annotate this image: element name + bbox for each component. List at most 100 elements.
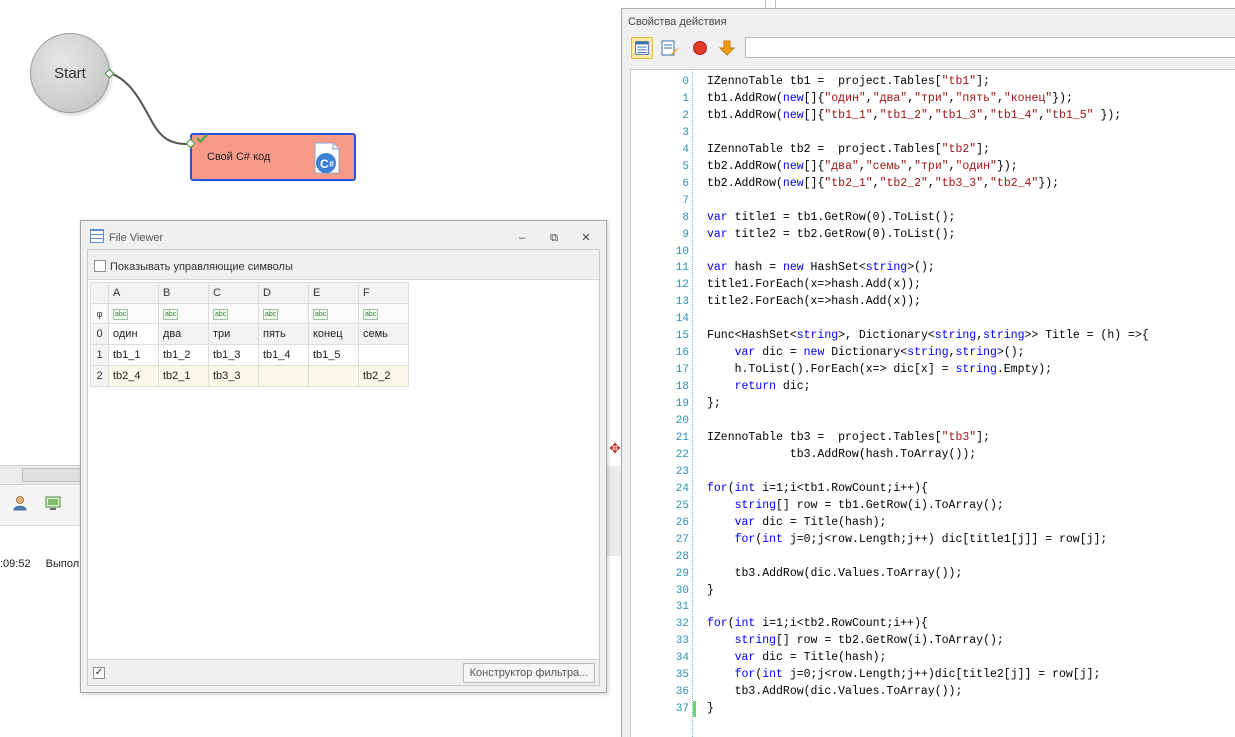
action-name-input[interactable] <box>745 37 1235 58</box>
row-number[interactable]: 2 <box>90 365 109 387</box>
panel-scrollbar[interactable] <box>22 468 82 482</box>
log-row: :09:52 Выпол <box>0 558 79 570</box>
code-line: tb3.AddRow(dic.Values.ToArray()); <box>707 566 963 580</box>
type-cell[interactable]: abc <box>358 303 409 324</box>
change-marker <box>693 701 696 718</box>
table-cell[interactable]: tb1_4 <box>258 344 309 366</box>
row-number[interactable]: 0 <box>90 323 109 345</box>
type-cell[interactable]: abc <box>308 303 359 324</box>
code-line: for(int j=0;j<row.Length;j++) dic[title1… <box>734 532 1108 546</box>
stop-icon[interactable] <box>689 37 711 59</box>
code-line: tb3.AddRow(dic.Values.ToArray()); <box>707 685 963 699</box>
line-number: 27 <box>675 533 689 546</box>
code-line: IZennoTable tb2 = project.Tables["tb2"]; <box>707 142 990 156</box>
properties-toolbar <box>622 35 1235 65</box>
filter-enabled-checkbox[interactable]: ✓ <box>93 667 105 679</box>
line-number: 5 <box>682 160 689 173</box>
code-view-icon[interactable] <box>631 37 653 59</box>
table-cell[interactable]: три <box>208 323 259 345</box>
table-cell[interactable] <box>308 365 359 387</box>
line-number: 33 <box>675 635 689 648</box>
arrow-down-icon[interactable] <box>716 37 738 59</box>
start-node[interactable]: Start <box>30 33 110 113</box>
table-cell[interactable]: tb1_5 <box>308 344 359 366</box>
text-type-icon: abc <box>263 309 279 320</box>
table-cell[interactable]: tb2_2 <box>358 365 409 387</box>
type-cell[interactable]: abc <box>108 303 159 324</box>
code-line: IZennoTable tb1 = project.Tables["tb1"]; <box>707 75 990 88</box>
code-line: return dic; <box>734 380 811 394</box>
table-cell[interactable]: один <box>108 323 159 345</box>
line-number: 24 <box>675 482 689 495</box>
line-number: 13 <box>675 296 689 309</box>
code-line: var dic = Title(hash); <box>734 651 887 665</box>
svg-text:C: C <box>320 157 329 171</box>
control-chars-row: Показывать управляющие символы <box>88 250 599 280</box>
table-cell[interactable]: tb2_1 <box>158 365 209 387</box>
filter-icon: φ <box>90 303 109 324</box>
line-number: 30 <box>675 584 689 597</box>
code-line: Func<HashSet<string>, Dictionary<string,… <box>707 329 1149 343</box>
line-number: 21 <box>675 431 689 444</box>
column-header[interactable]: E <box>308 282 359 304</box>
table-cell[interactable] <box>258 365 309 387</box>
splitter[interactable] <box>606 466 622 556</box>
user-icon[interactable] <box>12 495 28 511</box>
column-header[interactable]: A <box>108 282 159 304</box>
column-header[interactable]: D <box>258 282 309 304</box>
line-number: 15 <box>675 330 689 343</box>
code-line: var title2 = tb2.GetRow(0).ToList(); <box>707 227 956 241</box>
column-header[interactable]: C <box>208 282 259 304</box>
filter-builder-button[interactable]: Конструктор фильтра... <box>463 663 595 683</box>
line-number: 32 <box>675 618 689 631</box>
table-cell[interactable]: два <box>158 323 209 345</box>
type-cell[interactable]: abc <box>158 303 209 324</box>
table-cell[interactable]: tb1_1 <box>108 344 159 366</box>
column-header[interactable]: B <box>158 282 209 304</box>
code-editor[interactable]: 0 IZennoTable tb1 = project.Tables["tb1"]… <box>630 69 1235 737</box>
code-line: string[] row = tb2.GetRow(i).ToArray(); <box>734 634 1004 648</box>
table-cell[interactable]: tb1_3 <box>208 344 259 366</box>
properties-title: Свойства действия <box>628 16 727 28</box>
file-viewer-window: File Viewer – ⧉ ✕ Показывать управляющие… <box>80 220 607 693</box>
table-cell[interactable]: tb1_2 <box>158 344 209 366</box>
type-cell[interactable]: abc <box>208 303 259 324</box>
column-header[interactable]: F <box>358 282 409 304</box>
svg-text:#: # <box>329 159 334 169</box>
table-cell[interactable]: пять <box>258 323 309 345</box>
data-grid: A B C D E F φ abc abc abc abc abc abc 0 … <box>90 282 409 387</box>
table-cell[interactable]: семь <box>358 323 409 345</box>
show-control-chars-checkbox[interactable] <box>94 260 106 272</box>
line-number: 28 <box>675 550 689 563</box>
line-number: 4 <box>682 143 689 156</box>
line-number: 14 <box>675 313 689 326</box>
row-number[interactable]: 1 <box>90 344 109 366</box>
text-type-icon: abc <box>213 309 229 320</box>
line-number: 34 <box>675 652 689 665</box>
table-cell[interactable]: tb3_3 <box>208 365 259 387</box>
file-viewer-content: Показывать управляющие символы A B C D E… <box>87 249 600 686</box>
table-cell[interactable] <box>358 344 409 366</box>
line-number: 36 <box>675 686 689 699</box>
close-button[interactable]: ✕ <box>578 231 594 245</box>
code-line: tb1.AddRow(new[]{"один","два","три","пят… <box>707 91 1073 105</box>
edit-icon[interactable] <box>658 37 680 59</box>
line-number: 10 <box>675 245 689 258</box>
table-cell[interactable]: конец <box>308 323 359 345</box>
minimize-button[interactable]: – <box>514 231 530 245</box>
line-number: 37 <box>675 703 689 716</box>
table-cell[interactable]: tb2_4 <box>108 365 159 387</box>
code-line: var dic = Title(hash); <box>734 515 887 529</box>
restore-button[interactable]: ⧉ <box>546 231 562 245</box>
file-viewer-titlebar[interactable]: File Viewer – ⧉ ✕ <box>81 221 606 249</box>
code-line: var title1 = tb1.GetRow(0).ToList(); <box>707 210 956 224</box>
csharp-action-node[interactable]: Свой C# код C # <box>190 133 356 181</box>
action-node-label: Свой C# код <box>207 151 271 163</box>
table-row: 0 один два три пять конец семь <box>90 323 409 345</box>
text-type-icon: abc <box>313 309 329 320</box>
code-line: tb1.AddRow(new[]{"tb1_1","tb1_2","tb1_3"… <box>707 108 1122 122</box>
screen-icon[interactable] <box>45 495 61 511</box>
type-cell[interactable]: abc <box>258 303 309 324</box>
line-number: 8 <box>682 211 689 224</box>
line-number: 7 <box>682 194 689 207</box>
